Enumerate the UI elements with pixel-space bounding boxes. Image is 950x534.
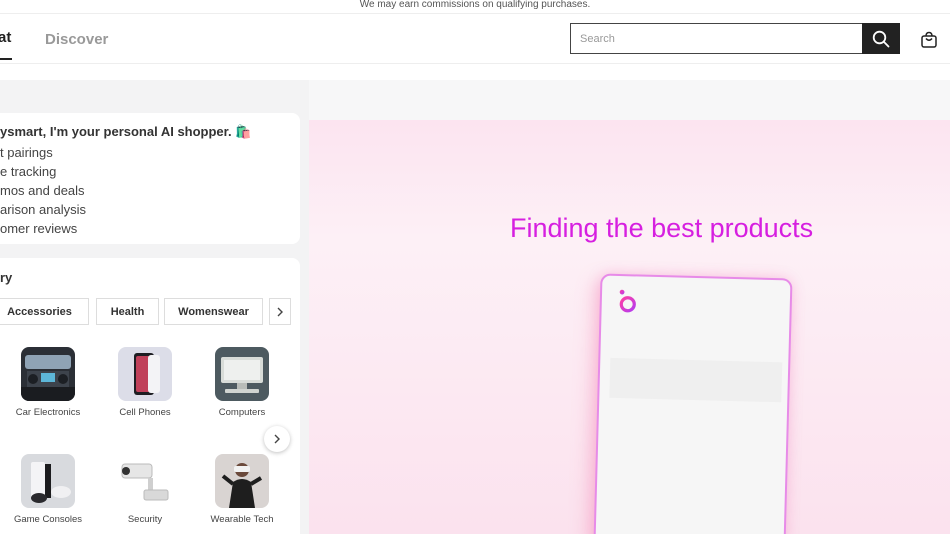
chip-health[interactable]: Health <box>96 298 159 325</box>
vr-headset-icon <box>215 454 269 508</box>
category-heading: ry <box>0 270 13 285</box>
nav-chat-tab[interactable]: at <box>0 29 11 46</box>
feature-item: omer reviews <box>0 221 78 236</box>
car-electronics-icon <box>21 347 75 401</box>
assistant-feature-list: t pairings e tracking mos and deals aris… <box>0 143 86 238</box>
brand-logo-icon <box>619 289 636 313</box>
category-wearable-tech[interactable]: Wearable Tech <box>197 454 287 525</box>
chip-womenswear[interactable]: Womenswear <box>164 298 263 325</box>
search-input[interactable] <box>571 24 863 53</box>
security-camera-icon <box>118 454 172 508</box>
category-game-consoles[interactable]: Game Consoles <box>3 454 93 525</box>
feature-item: arison analysis <box>0 202 86 217</box>
active-tab-indicator <box>0 58 12 60</box>
chevron-right-icon <box>274 434 280 444</box>
cell-phone-icon <box>118 347 172 401</box>
category-card: ry Accessories Health Womenswear Car Ele… <box>0 258 300 534</box>
computer-icon <box>215 347 269 401</box>
category-security[interactable]: Security <box>100 454 190 525</box>
top-header: at Discover <box>0 14 950 64</box>
search-field[interactable] <box>570 23 863 54</box>
cart-button[interactable] <box>918 29 940 51</box>
category-label: Cell Phones <box>119 407 171 418</box>
chat-sidebar: ysmart, I'm your personal AI shopper. 🛍️… <box>0 80 309 534</box>
chip-accessories[interactable]: Accessories <box>0 298 89 325</box>
category-label: Computers <box>218 407 266 418</box>
category-label: Security <box>127 514 163 525</box>
feature-item: e tracking <box>0 164 57 179</box>
chevron-right-icon <box>277 307 283 316</box>
category-label: Game Consoles <box>13 514 83 525</box>
loading-title: Finding the best products <box>510 213 814 243</box>
nav-discover-tab[interactable]: Discover <box>45 31 108 48</box>
assistant-greeting: ysmart, I'm your personal AI shopper. 🛍️ <box>0 124 252 139</box>
phone-mockup <box>593 273 793 534</box>
chips-scroll-right-button[interactable] <box>269 298 291 325</box>
category-cell-phones[interactable]: Cell Phones <box>100 347 190 418</box>
assistant-intro-card: ysmart, I'm your personal AI shopper. 🛍️… <box>0 113 300 244</box>
commission-text: We may earn commissions on qualifying pu… <box>359 0 591 10</box>
shopping-bag-icon <box>921 31 937 48</box>
game-console-icon <box>21 454 75 508</box>
category-computers[interactable]: Computers <box>197 347 287 418</box>
search-button[interactable] <box>862 23 900 54</box>
categories-next-button[interactable] <box>264 426 290 452</box>
commission-banner: We may earn commissions on qualifying pu… <box>0 0 950 14</box>
category-label: Car Electronics <box>15 407 81 418</box>
category-car-electronics[interactable]: Car Electronics <box>3 347 93 418</box>
category-label: Wearable Tech <box>210 514 274 525</box>
feature-item: mos and deals <box>0 183 85 198</box>
main-loading-panel: Finding the best products <box>309 80 950 534</box>
phone-content-placeholder <box>609 357 783 403</box>
feature-item: t pairings <box>0 145 53 160</box>
search-icon <box>872 30 890 47</box>
